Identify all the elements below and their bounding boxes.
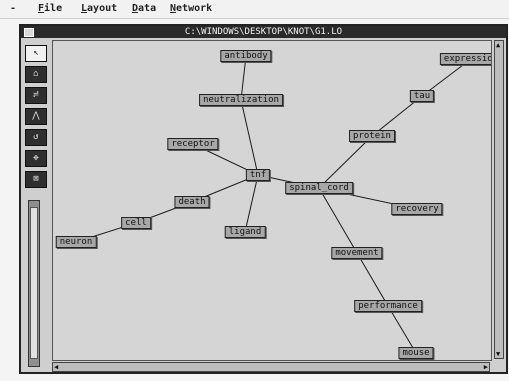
graph-node-tnf[interactable]: tnf	[245, 169, 271, 181]
window-close-box[interactable]	[24, 28, 34, 37]
link-tool-icon[interactable]: ≓	[25, 87, 47, 104]
menu-layout[interactable]: Layout	[81, 0, 117, 18]
menu-file-rest: ile	[44, 3, 63, 14]
graph-node-movement[interactable]: movement	[331, 247, 383, 259]
graph-window: C:\WINDOWS\DESKTOP\KNOT\G1.LO ↖ ⌂ ≓ ⋀ ↺ …	[19, 24, 508, 374]
graph-node-antibody[interactable]: antibody	[220, 50, 272, 62]
scroll-down-arrow-icon[interactable]: ▼	[496, 350, 500, 358]
menu-data[interactable]: Data	[132, 0, 156, 18]
edge-movement-performance	[356, 252, 389, 307]
graph-node-performance[interactable]: performance	[354, 300, 422, 312]
window-title: C:\WINDOWS\DESKTOP\KNOT\G1.LO	[184, 27, 343, 37]
graph-node-protein[interactable]: protein	[349, 130, 395, 142]
edge-spinal_cord-protein	[318, 135, 373, 189]
graph-canvas[interactable]: antibody neutralization receptor tnf death ce…	[52, 40, 492, 361]
menu-bar: - File Layout Data Network	[0, 0, 509, 19]
menu-layout-rest: ayout	[87, 3, 118, 14]
edge-tnf-ligand	[244, 174, 259, 233]
menu-network[interactable]: Network	[170, 0, 212, 18]
menu-network-rest: etwork	[176, 3, 213, 14]
select-tool-icon[interactable]: ↖	[25, 45, 47, 62]
graph-node-death[interactable]: death	[174, 196, 210, 208]
graph-node-spinal_cord[interactable]: spinal_cord	[285, 182, 353, 194]
graph-node-ligand[interactable]: ligand	[224, 226, 266, 238]
system-menu[interactable]: -	[10, 0, 16, 18]
scroll-left-arrow-icon[interactable]: ◀	[54, 363, 58, 371]
edge-performance-mouse	[387, 305, 417, 354]
rotate-tool-icon[interactable]: ↺	[25, 129, 47, 146]
zoom-slider-thumb[interactable]	[30, 207, 38, 359]
edge-spinal_cord-movement	[318, 187, 358, 254]
graph-node-expression[interactable]: expression	[439, 53, 491, 65]
graph-node-mouse[interactable]: mouse	[398, 347, 434, 359]
menu-data-rest: ata	[138, 3, 157, 14]
vertical-scrollbar[interactable]: ▲ ▼	[494, 40, 504, 359]
graph-node-receptor[interactable]: receptor	[167, 138, 219, 150]
graph-node-recovery[interactable]: recovery	[391, 203, 443, 215]
graph-node-cell[interactable]: cell	[121, 217, 151, 229]
graph-node-neutralization[interactable]: neutralization	[199, 94, 283, 106]
node-tool-icon[interactable]: ⌂	[25, 66, 47, 83]
zoom-slider[interactable]	[28, 200, 40, 367]
graph-edges	[75, 55, 472, 354]
graph-node-neuron[interactable]: neuron	[55, 236, 97, 248]
horizontal-scrollbar[interactable]: ◀ ▶	[52, 362, 490, 372]
move-tool-icon[interactable]: ✥	[25, 150, 47, 167]
scroll-up-arrow-icon[interactable]: ▲	[496, 41, 500, 49]
scroll-right-arrow-icon[interactable]: ▶	[484, 363, 488, 371]
graph-node-tau[interactable]: tau	[409, 90, 435, 102]
window-titlebar[interactable]: C:\WINDOWS\DESKTOP\KNOT\G1.LO	[21, 26, 506, 38]
edge-neutralization-tnf	[240, 99, 259, 176]
menu-file[interactable]: File	[38, 0, 62, 18]
layout-tool-icon[interactable]: ⊠	[25, 171, 47, 188]
line-tool-icon[interactable]: ⋀	[25, 108, 47, 125]
